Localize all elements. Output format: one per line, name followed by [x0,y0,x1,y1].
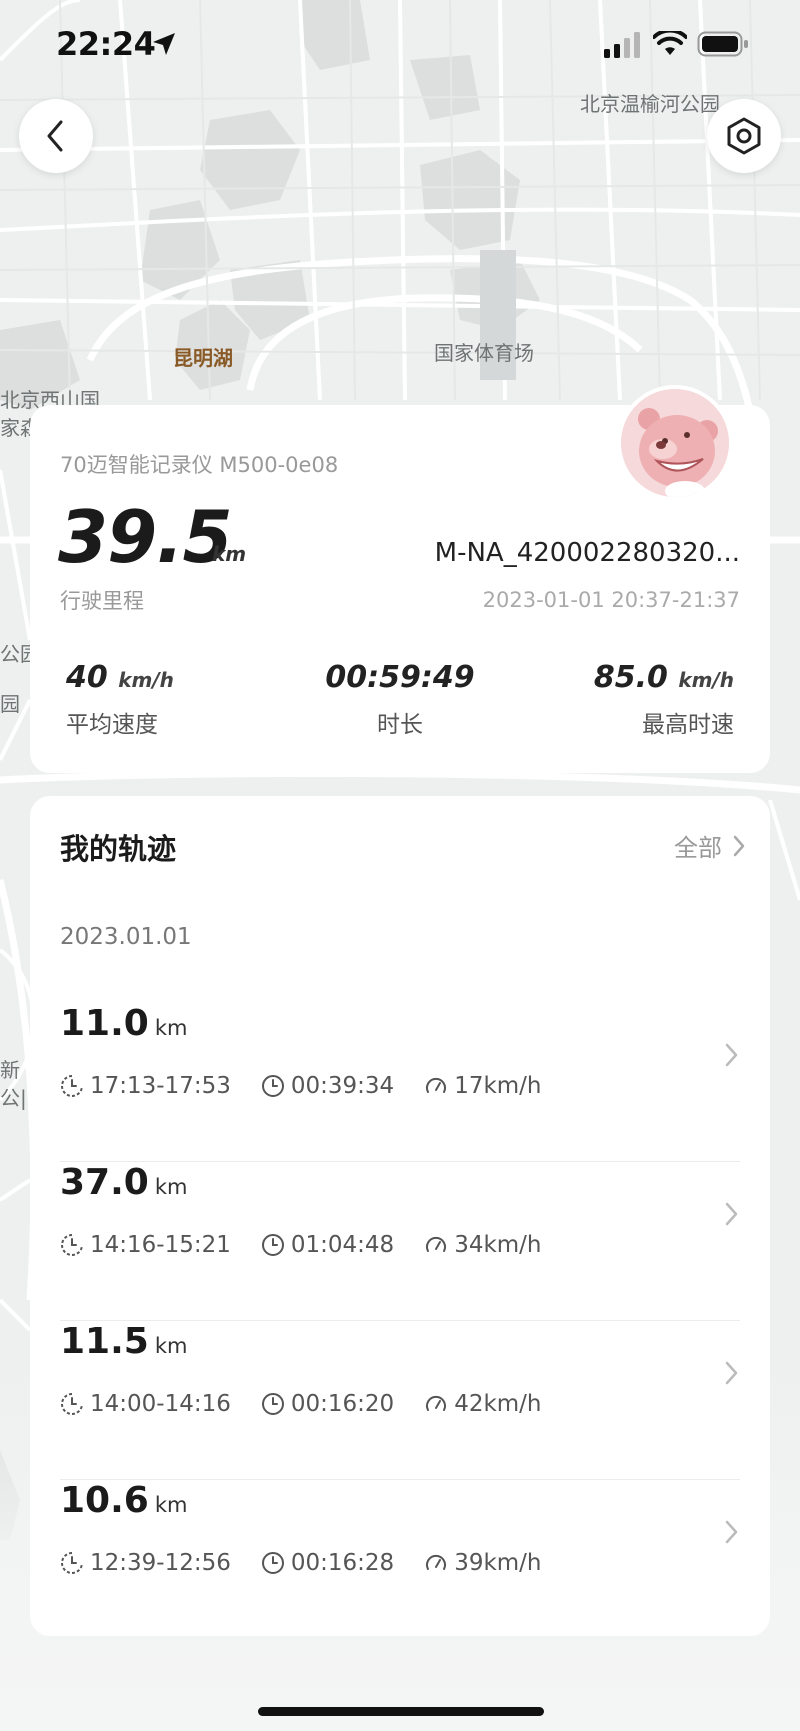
track-duration: 00:39:34 [290,1073,395,1099]
max-speed-stat: 85.0 km/h 最高时速 [594,660,734,739]
status-time: 22:24 [56,25,156,63]
track-row[interactable]: 37.0 km 14:16-15:21 01:04:48 34km/h [60,1162,740,1321]
speedometer-icon [426,1077,447,1093]
track-unit: km [154,1175,188,1199]
location-arrow-icon [153,33,175,55]
track-distance: 37.0 [60,1162,149,1203]
chevron-right-icon [725,1361,738,1385]
my-tracks-card: 我的轨迹 全部 2023.01.01 11.0 km 17:13-17:53 00… [30,796,770,1636]
track-speed: 42km/h [454,1391,542,1417]
track-time: 17:13-17:53 [90,1073,231,1099]
clock-icon [261,1393,284,1415]
track-duration: 00:16:20 [290,1391,395,1417]
track-time: 12:39-12:56 [90,1550,231,1576]
device-name: 70迈智能记录仪 M500-0e08 [60,453,339,477]
track-unit: km [154,1016,188,1040]
track-distance: 11.5 [60,1321,149,1362]
track-distance: 11.0 [60,1003,149,1044]
map-label-gongyuan-2: 园 [0,692,20,716]
distance-label: 行驶里程 [60,589,144,613]
track-row[interactable]: 10.6 km 12:39-12:56 00:16:28 39km/h [60,1480,740,1639]
bear-avatar-icon [621,389,729,497]
track-unit: km [154,1334,188,1358]
track-distance: 10.6 [60,1480,149,1521]
track-speed: 39km/h [454,1550,542,1576]
tracks-date: 2023.01.01 [60,924,192,950]
wifi-icon [653,31,687,55]
home-indicator[interactable] [258,1707,544,1716]
speedometer-icon [426,1395,447,1411]
map-label-gong: 公| [0,1086,27,1110]
battery-icon [697,31,748,57]
speedometer-icon [426,1554,447,1570]
back-button[interactable] [19,99,93,173]
status-bar: 22:24 [0,0,800,90]
clock-range-icon [61,1393,83,1415]
map-label-xin: 新 [0,1058,20,1082]
track-id: M-NA_420002280320... [434,538,740,568]
max-speed-value: 85.0 [593,660,668,695]
tracks-title: 我的轨迹 [60,832,177,866]
map-label-stadium: 国家体育场 [434,341,534,365]
track-duration: 01:04:48 [290,1232,395,1258]
speedometer-icon [426,1236,447,1252]
track-time: 14:16-15:21 [90,1232,231,1258]
map-label-wenyuhe: 北京温榆河公园 [580,92,720,116]
signal-icon [604,32,640,58]
chevron-right-icon [725,1043,738,1067]
track-row[interactable]: 11.5 km 14:00-14:16 00:16:20 42km/h [60,1321,740,1480]
chevron-right-icon [733,835,745,856]
track-unit: km [154,1493,188,1517]
track-speed: 34km/h [454,1232,542,1258]
clock-icon [261,1234,284,1256]
chevron-right-icon [725,1202,738,1226]
track-time-range: 2023-01-01 20:37-21:37 [482,588,740,612]
distance-unit: km [212,542,247,566]
max-speed-label: 最高时速 [642,712,734,738]
chevron-right-icon [725,1520,738,1544]
track-speed: 17km/h [454,1073,542,1099]
distance-value: 39.5 [58,495,233,579]
track-duration: 00:16:28 [290,1550,395,1576]
view-all-button[interactable]: 全部 [674,828,746,863]
track-row[interactable]: 11.0 km 17:13-17:53 00:39:34 17km/h [60,1003,740,1162]
view-all-label: 全部 [674,834,722,862]
max-speed-unit: km/h [678,668,734,692]
map-label-kunminghu: 昆明湖 [173,346,233,370]
clock-range-icon [61,1552,83,1574]
clock-range-icon [61,1075,83,1097]
settings-button[interactable] [707,99,781,173]
chevron-left-icon [47,120,63,152]
hexagon-settings-icon [727,117,761,155]
clock-icon [261,1075,284,1097]
clock-icon [261,1552,284,1574]
track-time: 14:00-14:16 [90,1391,231,1417]
avatar[interactable] [617,385,733,501]
clock-range-icon [61,1234,83,1256]
